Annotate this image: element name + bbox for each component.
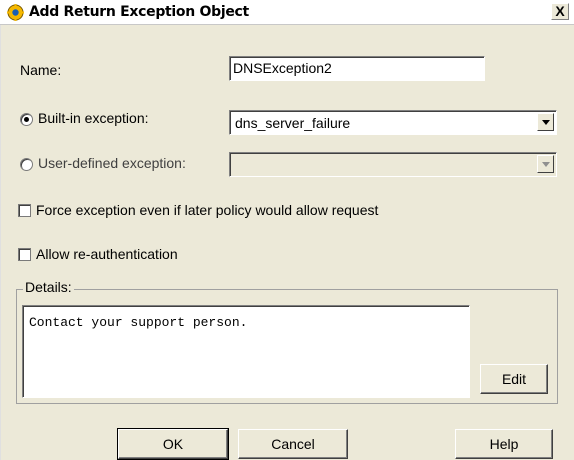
force-exception-checkbox[interactable]: [18, 204, 31, 217]
userdefined-exception-label: User-defined exception:: [38, 155, 186, 171]
gear-icon: [7, 4, 24, 21]
builtin-exception-value: dns_server_failure: [235, 115, 351, 131]
allow-reauth-label: Allow re-authentication: [36, 246, 178, 262]
chevron-down-icon[interactable]: [537, 155, 554, 173]
details-group-title: Details:: [23, 279, 74, 295]
builtin-exception-label: Built-in exception:: [38, 110, 149, 126]
userdefined-exception-radio[interactable]: [20, 158, 33, 171]
title-bar: Add Return Exception Object X: [0, 0, 574, 25]
help-button[interactable]: Help: [455, 429, 553, 459]
edit-button[interactable]: Edit: [480, 364, 548, 394]
builtin-exception-radio[interactable]: [20, 113, 33, 126]
name-input[interactable]: DNSException2: [229, 56, 485, 81]
details-textarea[interactable]: Contact your support person.: [22, 305, 470, 398]
window-title: Add Return Exception Object: [29, 4, 249, 20]
close-button[interactable]: X: [551, 3, 569, 20]
force-exception-label: Force exception even if later policy wou…: [36, 202, 379, 218]
builtin-exception-select[interactable]: dns_server_failure: [229, 110, 557, 135]
chevron-down-icon[interactable]: [537, 113, 554, 131]
close-icon: X: [555, 3, 565, 19]
userdefined-exception-select[interactable]: [229, 152, 557, 177]
allow-reauth-checkbox[interactable]: [18, 248, 31, 261]
name-label: Name:: [20, 62, 62, 78]
cancel-button[interactable]: Cancel: [238, 429, 348, 459]
ok-button[interactable]: OK: [117, 428, 229, 460]
